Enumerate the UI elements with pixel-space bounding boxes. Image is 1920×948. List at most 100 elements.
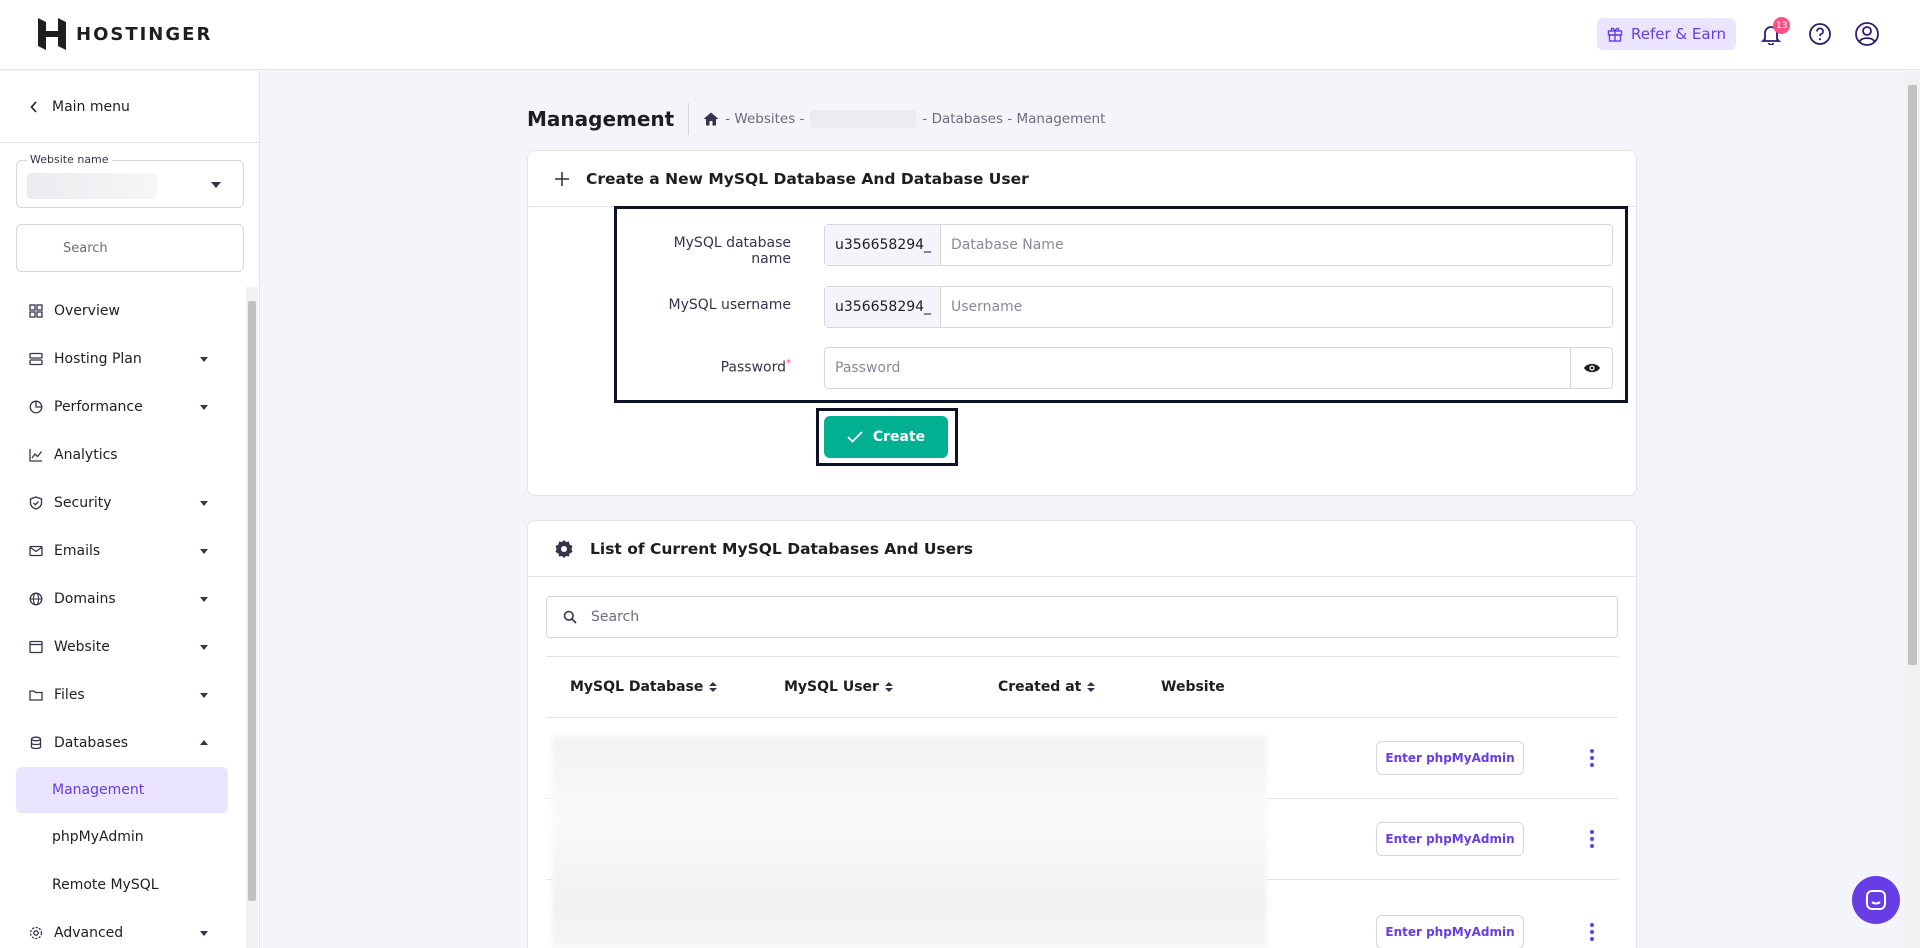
enter-phpmyadmin-button[interactable]: Enter phpMyAdmin [1376,915,1524,948]
sidebar-item-label: Hosting Plan [54,351,142,367]
breadcrumb-websites[interactable]: - Websites - [725,111,804,127]
db-name-input[interactable] [941,225,1612,265]
sidebar-scrollbar[interactable] [246,287,258,948]
column-mysql-user[interactable]: MySQL User [784,679,893,695]
database-list-title: List of Current MySQL Databases And User… [590,539,974,558]
database-icon [28,735,44,751]
browser-icon [28,639,44,655]
required-marker: * [786,358,791,369]
sidebar-subitem-phpmyadmin[interactable]: phpMyAdmin [0,813,246,861]
page-header: Management - Websites - - Databases - Ma… [527,103,1105,135]
help-icon [1809,23,1831,45]
sidebar-item-databases[interactable]: Databases [0,719,246,767]
password-field [824,347,1613,389]
folder-icon [28,687,44,703]
refer-earn-label: Refer & Earn [1631,25,1726,43]
column-label: MySQL User [784,679,879,695]
globe-icon [28,591,44,607]
sidebar-search-placeholder: Search [63,240,108,256]
sort-icon [884,682,893,692]
server-icon [28,351,44,367]
column-label: MySQL Database [570,679,704,695]
table-header: MySQL Database MySQL User Created at Web… [546,656,1618,718]
row-menu-button[interactable] [1582,915,1602,948]
row-menu-button[interactable] [1582,822,1602,856]
sidebar-item-hosting-plan[interactable]: Hosting Plan [0,335,246,383]
sidebar-item-label: Security [54,495,112,511]
redacted-table-data [552,736,1267,948]
column-mysql-database[interactable]: MySQL Database [570,679,718,695]
row-menu-button[interactable] [1582,741,1602,775]
sidebar-item-analytics[interactable]: Analytics [0,431,246,479]
sidebar-subitem-remote-mysql[interactable]: Remote MySQL [0,861,246,909]
home-icon[interactable] [703,112,719,126]
brand-name: HOSTINGER [76,23,213,45]
sidebar-item-overview[interactable]: Overview [0,287,246,335]
main-scrollbar[interactable] [1905,71,1920,948]
sidebar-scrollbar-thumb[interactable] [248,301,256,901]
breadcrumb-website-redacted[interactable] [810,110,917,128]
sidebar-item-emails[interactable]: Emails [0,527,246,575]
username-input[interactable] [941,287,1612,327]
sidebar-nav: Overview Hosting Plan Performance Analyt… [0,287,246,948]
top-bar: HOSTINGER Refer & Earn 13 [0,0,1920,70]
create-button[interactable]: Create [824,416,948,458]
caret-down-icon [200,931,208,936]
sidebar-item-performance[interactable]: Performance [0,383,246,431]
eye-icon [1583,363,1600,373]
chat-icon [1866,890,1886,910]
grid-icon [28,303,44,319]
shield-icon [28,495,44,511]
refer-earn-button[interactable]: Refer & Earn [1597,18,1736,50]
username-field: u356658294_ [824,286,1613,328]
main-scrollbar-thumb[interactable] [1908,85,1917,665]
database-search-input[interactable]: Search [546,596,1618,638]
caret-up-icon [200,740,208,745]
password-label-text: Password [720,359,786,376]
caret-down-icon [200,693,208,698]
caret-down-icon [200,357,208,362]
sidebar-item-label: Domains [54,591,116,607]
account-button[interactable] [1853,20,1881,48]
hostinger-logo[interactable]: HOSTINGER [38,18,212,50]
enter-phpmyadmin-button[interactable]: Enter phpMyAdmin [1376,822,1524,856]
hostinger-logo-icon [38,18,66,50]
page-title: Management [527,103,690,135]
column-label: Website [1161,679,1225,695]
notifications-button[interactable]: 13 [1757,17,1791,48]
sidebar: Main menu Website name Search Overview H… [0,71,260,948]
db-name-field: u356658294_ [824,224,1613,266]
breadcrumb-databases-management[interactable]: - Databases - Management [922,111,1105,127]
chat-button[interactable] [1852,876,1900,924]
toggle-password-visibility-button[interactable] [1570,348,1612,388]
sidebar-item-website[interactable]: Website [0,623,246,671]
main-menu-link[interactable]: Main menu [0,71,259,143]
sidebar-item-files[interactable]: Files [0,671,246,719]
db-name-prefix: u356658294_ [825,225,941,265]
caret-down-icon [200,501,208,506]
create-database-card-header[interactable]: Create a New MySQL Database And Database… [528,151,1636,207]
website-select[interactable]: Website name [16,153,244,208]
create-button-label: Create [872,429,926,445]
column-created-at[interactable]: Created at [998,679,1096,695]
sidebar-item-label: Overview [54,303,120,319]
database-list-card-header: List of Current MySQL Databases And User… [528,521,1636,577]
password-label: Password* [631,358,791,376]
sidebar-item-label: Performance [54,399,143,415]
sidebar-subitem-management[interactable]: Management [16,767,228,813]
enter-phpmyadmin-button[interactable]: Enter phpMyAdmin [1376,741,1524,775]
column-label: Created at [998,679,1082,695]
caret-down-icon [200,597,208,602]
notification-badge: 13 [1773,17,1791,34]
sidebar-search-input[interactable]: Search [16,224,244,272]
sort-icon [1087,682,1096,692]
caret-down-icon [200,405,208,410]
password-input[interactable] [825,348,1570,388]
help-button[interactable] [1806,20,1834,48]
sidebar-item-security[interactable]: Security [0,479,246,527]
sort-icon [709,682,718,692]
gear-icon [555,539,573,558]
sidebar-item-domains[interactable]: Domains [0,575,246,623]
plus-icon [555,171,569,186]
sidebar-item-advanced[interactable]: Advanced [0,909,246,948]
